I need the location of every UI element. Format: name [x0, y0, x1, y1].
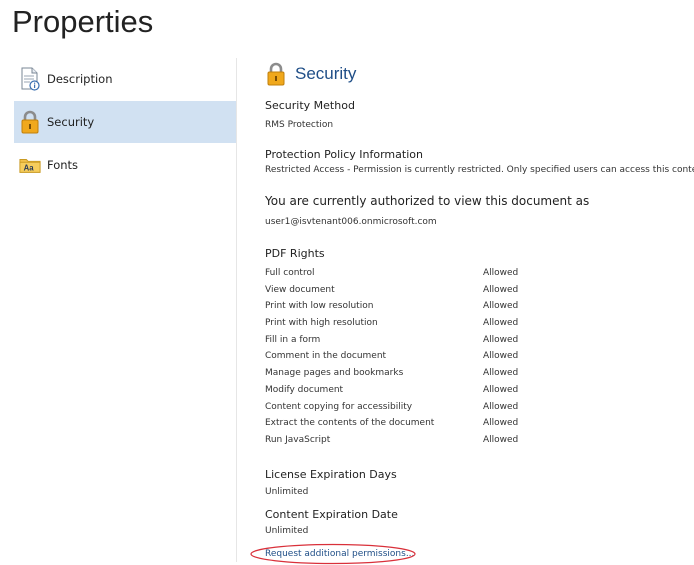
content-expiration-label: Content Expiration Date [265, 508, 398, 521]
right-name: Content copying for accessibility [265, 401, 413, 412]
properties-nav: Description Security Aa Fonts [14, 58, 236, 187]
rights-row: Content copying for accessibility Allowe… [265, 402, 585, 419]
nav-item-description[interactable]: Description [14, 58, 236, 100]
request-permissions-link[interactable]: Request additional permissions... [265, 549, 414, 559]
authorized-label: You are currently authorized to view thi… [265, 194, 590, 208]
nav-item-fonts[interactable]: Aa Fonts [14, 144, 236, 186]
rights-row: Full control Allowed [265, 268, 585, 285]
rights-row: Modify document Allowed [265, 385, 585, 402]
rights-row: Extract the contents of the document All… [265, 418, 585, 435]
panel-divider [236, 58, 237, 562]
section-title: Security [295, 64, 357, 83]
security-method-value: RMS Protection [265, 120, 334, 130]
right-name: Fill in a form [265, 334, 321, 345]
lock-icon [265, 62, 287, 86]
security-panel: Security Security Method RMS Protection … [265, 62, 694, 559]
right-status: Allowed [483, 334, 519, 345]
right-name: Modify document [265, 384, 344, 395]
right-name: Print with high resolution [265, 318, 378, 329]
right-status: Allowed [483, 301, 519, 312]
nav-item-security[interactable]: Security [14, 101, 236, 143]
authorized-user-value: user1@isvtenant006.onmicrosoft.com [265, 217, 437, 227]
rights-row: Print with high resolution Allowed [265, 318, 585, 335]
right-status: Allowed [483, 318, 519, 329]
policy-info-label: Protection Policy Information [265, 148, 423, 161]
nav-item-label: Fonts [47, 158, 79, 172]
page-title: Properties [12, 4, 154, 39]
right-name: Print with low resolution [265, 301, 374, 312]
right-name: Manage pages and bookmarks [265, 368, 404, 379]
right-status: Allowed [483, 384, 519, 395]
right-name: Full control [265, 268, 315, 278]
license-expiration-label: License Expiration Days [265, 468, 397, 481]
rights-row: Print with low resolution Allowed [265, 301, 585, 318]
rights-row: Run JavaScript Allowed [265, 435, 585, 452]
font-folder-icon: Aa [19, 154, 41, 176]
right-status: Allowed [483, 284, 519, 295]
right-name: Extract the contents of the document [265, 418, 435, 429]
policy-info-value: Restricted Access - Permission is curren… [265, 165, 694, 175]
right-status: Allowed [483, 351, 519, 362]
right-status: Allowed [483, 401, 519, 412]
pdf-rights-table: Full control Allowed View document Allow… [265, 268, 585, 452]
rights-row: View document Allowed [265, 285, 585, 302]
right-status: Allowed [483, 434, 519, 445]
nav-item-label: Description [47, 72, 113, 86]
right-name: Run JavaScript [265, 434, 331, 445]
document-info-icon [19, 67, 41, 91]
right-status: Allowed [483, 368, 519, 379]
right-name: Comment in the document [265, 351, 387, 362]
svg-text:Aa: Aa [24, 164, 35, 173]
section-header: Security [265, 62, 694, 86]
rights-row: Manage pages and bookmarks Allowed [265, 368, 585, 385]
rights-row: Comment in the document Allowed [265, 351, 585, 368]
nav-item-label: Security [47, 115, 95, 129]
right-status: Allowed [483, 418, 519, 429]
rights-row: Fill in a form Allowed [265, 335, 585, 352]
license-expiration-value: Unlimited [265, 487, 309, 497]
security-method-label: Security Method [265, 99, 355, 112]
right-name: View document [265, 284, 335, 295]
lock-icon [19, 110, 41, 134]
right-status: Allowed [483, 268, 519, 278]
content-expiration-value: Unlimited [265, 526, 309, 536]
pdf-rights-label: PDF Rights [265, 247, 325, 260]
